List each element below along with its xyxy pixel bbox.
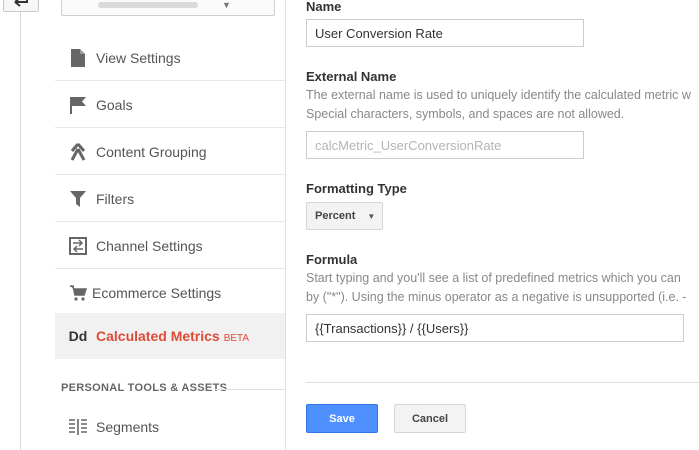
calculated-metric-form: Name External Name The external name is … [306, 0, 699, 450]
sidebar-item-view-settings[interactable]: View Settings [55, 35, 285, 81]
formatting-type-value: Percent [315, 210, 356, 222]
flag-icon [64, 96, 92, 114]
sidebar-item-label: Segments [96, 419, 160, 435]
chevron-down-icon: ▼ [367, 211, 376, 221]
formula-help-line1: Start typing and you'll see a list of pr… [306, 271, 681, 285]
sidebar-item-label: Channel Settings [96, 237, 203, 254]
sidebar-item-label: Filters [96, 190, 135, 207]
sidebar-item-segments[interactable]: Segments [55, 404, 285, 450]
filter-icon [64, 190, 92, 208]
calculated-metrics-icon: Dd [68, 328, 88, 344]
sidebar-item-channel-settings[interactable]: Channel Settings [55, 223, 285, 269]
sidebar-item-calculated-metrics[interactable]: Dd Calculated Metrics BETA [55, 313, 285, 359]
external-name-help-line1: The external name is used to uniquely id… [306, 88, 691, 102]
external-name-label: External Name [306, 69, 397, 84]
sidebar-item-ecommerce-settings[interactable]: Ecommerce Settings [55, 270, 285, 316]
form-divider [306, 382, 699, 383]
sidebar-item-goals[interactable]: Goals [55, 82, 285, 128]
chevron-down-icon: ▼ [222, 0, 231, 10]
formula-input[interactable] [306, 314, 684, 342]
view-selector-value [98, 2, 198, 8]
left-rail [20, 0, 21, 450]
channel-settings-icon [64, 236, 92, 255]
sidebar-item-filters[interactable]: Filters [55, 176, 285, 222]
formatting-type-dropdown[interactable]: Percent ▼ [306, 202, 383, 230]
external-name-help-line2: Special characters, symbols, and spaces … [306, 107, 625, 121]
sidebar-item-label: Goals [96, 96, 133, 113]
document-icon [64, 48, 92, 67]
sidebar-item-label: Calculated Metrics BETA [96, 328, 249, 344]
admin-sidebar: ▼ View Settings Goals Content Grouping F… [55, 0, 285, 450]
cancel-button[interactable]: Cancel [394, 404, 466, 433]
external-name-input[interactable] [306, 131, 584, 159]
back-button[interactable] [3, 0, 39, 12]
formula-label: Formula [306, 252, 358, 267]
back-arrow-icon [14, 0, 28, 7]
name-label: Name [306, 0, 342, 14]
sidebar-item-label: Content Grouping [96, 143, 207, 160]
save-button[interactable]: Save [306, 404, 378, 433]
section-divider [215, 389, 285, 390]
formatting-type-label: Formatting Type [306, 181, 407, 196]
sidebar-item-label-text: Calculated Metrics [96, 328, 220, 344]
formula-help-line2: by ("*"). Using the minus operator as a … [306, 290, 687, 304]
sidebar-item-content-grouping[interactable]: Content Grouping [55, 129, 285, 175]
sidebar-divider [285, 0, 286, 450]
cart-icon [64, 284, 92, 302]
sidebar-item-label: Ecommerce Settings [92, 285, 222, 301]
segments-icon [64, 418, 92, 436]
beta-badge: BETA [223, 333, 250, 344]
grouping-icon [64, 142, 92, 161]
sidebar-item-label: View Settings [96, 49, 181, 66]
section-header-personal-tools: PERSONAL TOOLS & ASSETS [61, 382, 228, 394]
view-selector[interactable]: ▼ [61, 0, 275, 16]
name-input[interactable] [306, 19, 584, 47]
